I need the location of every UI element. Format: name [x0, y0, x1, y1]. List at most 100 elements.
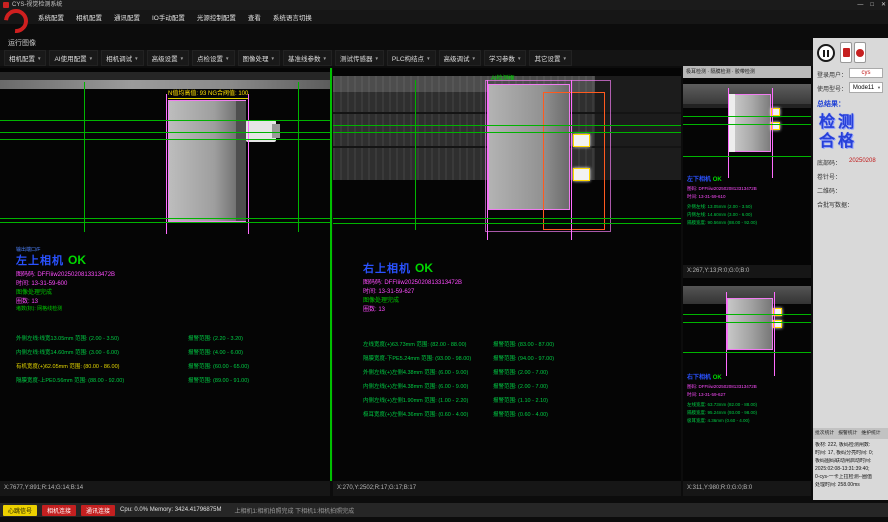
camera-view-top-right[interactable]: AI检测框 右上相机OK 图码码: DFFIiiw202502081331347… — [333, 68, 681, 481]
overlay-hline-green — [683, 322, 811, 323]
overlay-vline-magenta — [726, 292, 727, 376]
loop-count-text: 圈数: 13 — [363, 304, 385, 313]
tool-camera-config[interactable]: 相机配置▼ — [4, 50, 46, 66]
measure-row: 内侧左线(+)左侧4.38mm 范围: (6.00 - 9.00) — [363, 382, 468, 390]
time-text: 时间: 13-31-59-610 — [687, 194, 726, 200]
camera-result-title: 右下相机 OK — [687, 372, 722, 381]
login-user-value: cys — [849, 68, 883, 78]
extra-note-text: 堵数(标): 网格线检测 — [16, 305, 62, 312]
menu-view[interactable]: 查看 — [248, 12, 261, 22]
overlay-hline-green — [0, 218, 330, 219]
model-select[interactable]: ▼Mode11 — [849, 82, 883, 93]
menu-comm-config[interactable]: 通讯配置 — [114, 12, 140, 22]
overlay-vline-magenta — [774, 292, 775, 376]
overlay-vline-green — [298, 82, 299, 232]
menu-camera-config[interactable]: 相机配置 — [76, 12, 102, 22]
view-divider-line — [330, 68, 332, 481]
alarm-range: 报警范围: (2.20 - 3.20) — [188, 334, 243, 342]
overlay-hline-green — [333, 218, 681, 219]
tool-learning-params[interactable]: 学习参数▼ — [484, 50, 526, 66]
tab-maintain-stats[interactable]: 维护统计 — [861, 428, 880, 439]
barcode-text: 图码码: DFFIiiw2025020813313472B — [363, 277, 462, 286]
comm-link-badge: 通讯连接 — [81, 505, 115, 516]
measure-row: 极耳宽度(+)左侧4.36mm 范围: (0.60 - 4.00) — [363, 410, 468, 418]
app-window: CYS-视觉检测系统 — □ ✕ 系统配置 相机配置 通讯配置 IO手动配置 光… — [0, 0, 888, 522]
pixel-coord-readout: X:267,Y:13;R:0;G:0;B:0 — [683, 265, 811, 278]
menu-bar: 系统配置 相机配置 通讯配置 IO手动配置 光源控制配置 查看 系统语言切换 — [0, 10, 888, 24]
menu-language-switch[interactable]: 系统语言切换 — [273, 12, 312, 22]
measure-row: 隔膜宽度: 95.24mm (93.00 - 98.00) — [687, 410, 757, 416]
tool-test-sensor[interactable]: 测试传感器▼ — [335, 50, 384, 66]
menu-system-config[interactable]: 系统配置 — [38, 12, 64, 22]
chevron-down-icon: ▼ — [374, 56, 378, 61]
tab-batch-stats[interactable]: 批次统计 — [815, 428, 834, 439]
overlay-hline-green — [333, 132, 681, 133]
alarm-range: 报警范围: (1.10 - 2.10) — [493, 396, 548, 404]
bottom-code-value: 20250208 — [849, 158, 876, 164]
measure-row: 极耳宽度: 4.36mm (0.60 - 4.00) — [687, 418, 750, 424]
title-bar: CYS-视觉检测系统 — □ ✕ — [0, 0, 888, 10]
small-views-header: 极耳检测 · 隔膜检测 · 胶带检测 — [683, 66, 811, 78]
chevron-down-icon: ▼ — [89, 56, 93, 61]
tool-camera-debug[interactable]: 相机调试▼ — [101, 50, 143, 66]
tool-other-settings[interactable]: 其它设置▼ — [529, 50, 571, 66]
connector-tip — [272, 124, 280, 138]
camera-view-bottom-left-thumb[interactable]: 左下相机 OK 图码: DFFIiiw2025020813313472B 时间:… — [683, 78, 811, 265]
stop-button[interactable] — [854, 42, 866, 63]
overlay-hline-green — [683, 156, 811, 157]
pixel-coord-readout: X:7677,Y:891;R:14;G:14;B:14 — [0, 481, 330, 496]
start-button[interactable] — [840, 42, 852, 63]
overlay-vline-magenta — [728, 88, 729, 178]
loop-count-text: 圈数: 13 — [16, 296, 38, 305]
overlay-vline-magenta — [772, 88, 773, 178]
chevron-down-icon: ▼ — [472, 56, 476, 61]
overlay-hline-green — [683, 352, 811, 353]
highlight-box — [573, 134, 590, 147]
stats-line: 0-cys-一卡上拉检测--圈值 — [815, 474, 887, 481]
measure-row: 左线宽度(+)63.73mm 范围: (82.00 - 88.00) — [363, 340, 466, 348]
overlay-vline-green — [84, 82, 85, 232]
overlay-hline-green — [333, 125, 681, 126]
needle-label: 卷针号： — [817, 172, 841, 181]
chevron-down-icon: ▼ — [225, 56, 229, 61]
time-text: 时间: 13-31-59-600 — [16, 278, 67, 287]
menu-light-control-config[interactable]: 光源控制配置 — [197, 12, 236, 22]
start-icon — [843, 48, 850, 57]
overlay-hline-green — [683, 314, 811, 315]
minimize-button[interactable]: — — [857, 0, 863, 10]
close-button[interactable]: ✕ — [881, 0, 886, 10]
camera-view-top-left[interactable]: N值均高值: 93 NG合阀值: 100 输出端口/F 左上相机OK 图码码: … — [0, 68, 330, 481]
pause-icon — [823, 50, 825, 57]
machine-band — [0, 80, 330, 89]
alarm-range: 报警范围: (4.00 - 6.00) — [188, 348, 243, 356]
camera-result-title: 左下相机 OK — [687, 174, 722, 183]
camera-result-title: 左上相机OK — [16, 252, 86, 268]
model-label: 使用型号： — [817, 84, 847, 93]
login-user-label: 登录用户： — [817, 70, 847, 79]
camera-view-bottom-right-thumb[interactable]: 右下相机 OK 图码: DFFIiiw2025020813313472B 时间:… — [683, 278, 811, 481]
overlay-hline-green — [0, 120, 330, 121]
pixel-coord-readout: X:270,Y:2502;R:17;G:17;B:17 — [333, 481, 681, 496]
tool-advanced-settings[interactable]: 高级设置▼ — [147, 50, 189, 66]
maximize-button[interactable]: □ — [870, 0, 874, 10]
tool-spot-check[interactable]: 点检设置▼ — [192, 50, 234, 66]
time-text: 时间: 13-31-59-627 — [363, 286, 414, 295]
tool-baseline-params[interactable]: 基准线参数▼ — [283, 50, 332, 66]
barcode-text: 图码: DFFIiiw2025020813313472B — [687, 384, 757, 390]
status-ok-text: OK — [68, 253, 86, 267]
stats-line: 板码图码联动闸启动时间: — [815, 458, 887, 465]
tool-plc-node[interactable]: PLC构结点▼ — [387, 50, 436, 66]
window-controls: — □ ✕ — [857, 0, 886, 10]
tool-advanced-debug[interactable]: 高级调试▼ — [439, 50, 481, 66]
tool-ai-config[interactable]: AI使用配置▼ — [49, 50, 98, 66]
cpu-memory-text: Cpu: 0.0% Memory: 3424.41796875M — [120, 507, 221, 513]
batch-label: 合批写数据： — [817, 200, 853, 209]
measure-row: 内侧左线(+)左侧1.90mm 范围: (1.00 - 2.20) — [363, 396, 468, 404]
menu-io-manual-config[interactable]: IO手动配置 — [152, 12, 185, 22]
camera-status-text: 上相机1:相机拍照完成 下相机1:相机拍照完成 — [234, 506, 354, 515]
tab-alarm-stats[interactable]: 报警统计 — [838, 428, 857, 439]
measure-row: 外侧左线(+)左侧4.38mm 范围: (6.00 - 9.00) — [363, 368, 468, 376]
tool-image-processing[interactable]: 图像处理▼ — [238, 50, 280, 66]
barcode-text: 图码: DFFIiiw2025020813313472B — [687, 186, 757, 192]
pause-button[interactable] — [817, 44, 835, 62]
